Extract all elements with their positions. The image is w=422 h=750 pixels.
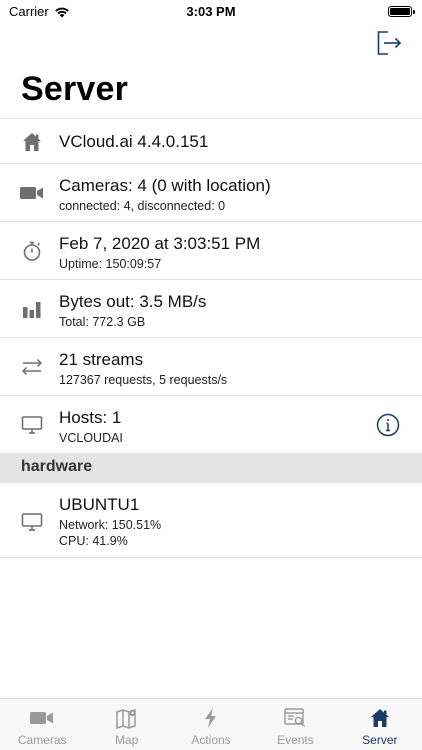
- tab-label: Server: [362, 733, 398, 747]
- home-icon: [370, 709, 389, 727]
- page-title: Server: [21, 70, 129, 108]
- uptime-detail: Uptime: 150:09:57: [59, 257, 162, 271]
- section-header-hardware: hardware: [0, 453, 422, 483]
- version-row: VCloud.ai 4.4.0.151: [0, 118, 422, 163]
- arrows-left-right-icon: [20, 355, 44, 379]
- info-icon: [376, 413, 400, 437]
- hardware-item[interactable]: UBUNTU1 Network: 150.51% CPU: 41.9%: [0, 483, 422, 558]
- tab-actions[interactable]: Actions: [169, 699, 253, 750]
- map-pin-icon: [115, 708, 136, 729]
- host-name: VCLOUDAI: [59, 431, 123, 445]
- server-info-list: VCloud.ai 4.4.0.151 Cameras: 4 (0 with l…: [0, 118, 422, 453]
- tab-label: Actions: [191, 733, 231, 747]
- tab-bar: Cameras Map Actions Events Server: [0, 698, 422, 750]
- date-label: Feb 7, 2020 at 3:03:51 PM: [59, 234, 261, 253]
- tab-label: Cameras: [17, 733, 67, 747]
- uptime-row: Feb 7, 2020 at 3:03:51 PM Uptime: 150:09…: [0, 221, 422, 279]
- hosts-row[interactable]: Hosts: 1 VCLOUDAI: [0, 395, 422, 453]
- cameras-label: Cameras: 4 (0 with location): [59, 176, 271, 195]
- tab-cameras[interactable]: Cameras: [0, 699, 84, 750]
- bar-chart-icon: [20, 297, 44, 321]
- monitor-icon: [20, 413, 44, 437]
- bytes-total-detail: Total: 772.3 GB: [59, 315, 146, 329]
- section-header-label: hardware: [21, 458, 93, 475]
- tab-server[interactable]: Server: [338, 699, 422, 750]
- events-search-icon: [284, 708, 306, 727]
- streams-label: 21 streams: [59, 350, 144, 369]
- bytes-out-label: Bytes out: 3.5 MB/s: [59, 292, 207, 311]
- bytes-out-row: Bytes out: 3.5 MB/s Total: 772.3 GB: [0, 279, 422, 337]
- cameras-row: Cameras: 4 (0 with location) connected: …: [0, 163, 422, 221]
- tab-label: Events: [277, 733, 314, 747]
- clock: 3:03 PM: [186, 4, 236, 19]
- version-label: VCloud.ai 4.4.0.151: [59, 132, 209, 151]
- status-bar: Carrier 3:03 PM: [0, 0, 422, 24]
- tab-events[interactable]: Events: [253, 699, 337, 750]
- hosts-label: Hosts: 1: [59, 408, 122, 427]
- video-camera-icon: [30, 712, 54, 724]
- video-camera-icon: [20, 181, 44, 205]
- monitor-icon: [20, 510, 44, 534]
- tab-map[interactable]: Map: [84, 699, 168, 750]
- hardware-network: Network: 150.51%: [59, 518, 162, 532]
- cameras-detail: connected: 4, disconnected: 0: [59, 199, 226, 213]
- stopwatch-icon: [20, 239, 44, 263]
- logout-button[interactable]: [376, 29, 402, 57]
- info-button[interactable]: [376, 413, 400, 437]
- battery-icon: [388, 6, 415, 17]
- requests-detail: 127367 requests, 5 requests/s: [59, 373, 228, 387]
- home-icon: [20, 130, 44, 154]
- streams-row: 21 streams 127367 requests, 5 requests/s: [0, 337, 422, 395]
- hardware-name: UBUNTU1: [59, 495, 140, 514]
- lightning-icon: [205, 708, 217, 728]
- logout-icon: [377, 31, 402, 55]
- tab-label: Map: [114, 733, 139, 747]
- hardware-cpu: CPU: 41.9%: [59, 534, 128, 548]
